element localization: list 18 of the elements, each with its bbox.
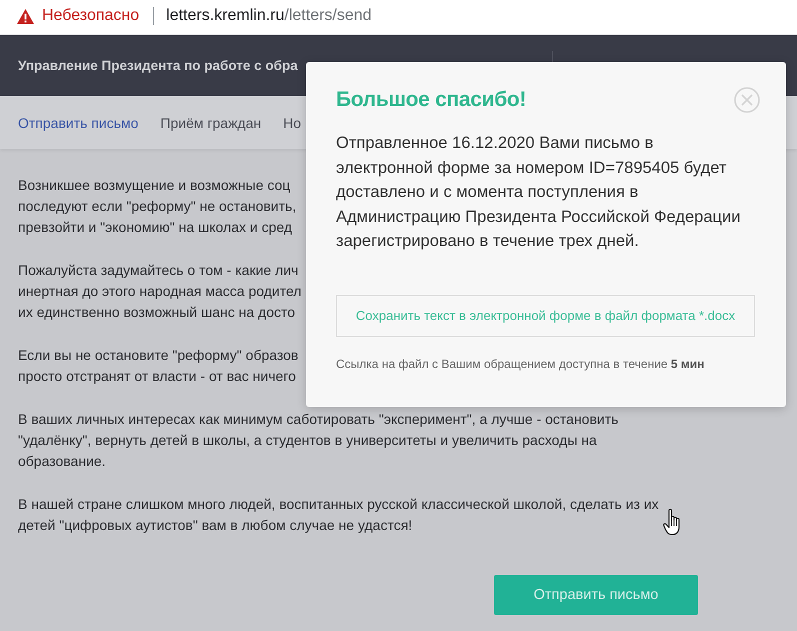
link-availability-note: Ссылка на файл с Вашим обращением доступна в течение 5 мин xyxy=(336,356,706,370)
nav-tab[interactable]: Отправить письмо xyxy=(18,114,138,130)
dialog-title: Большое спасибо! xyxy=(336,87,526,113)
paragraph: В нашей стране слишком много людей, воспитанных русской классической школой, сделать из их детей "цифровых аутистов" вам в любом случае не удастся! xyxy=(18,495,659,535)
url-host: letters.kremlin.ru xyxy=(166,7,284,25)
address-bar[interactable]: Небезопасно letters.kremlin.ru/letters/send xyxy=(0,0,797,35)
paragraph: Пожалуйста задумайтесь о том - какие лич инертная до этого народная масса родител их единственно возможный шанс на досто xyxy=(18,261,302,322)
paragraph: Если вы не остановите "реформу" образов просто отстранят от власти - от вас ничего xyxy=(18,346,298,386)
paragraph: Возникшее возмущение и возможные соц последуют если "реформу" не остановить, превзойти и "экономию" на школах и сред xyxy=(18,176,296,237)
close-icon[interactable] xyxy=(734,87,760,113)
url-path: /letters/send xyxy=(284,7,372,25)
nav-tab[interactable]: Приём граждан xyxy=(160,114,262,130)
warning-icon xyxy=(17,8,34,24)
security-label: Небезопасно xyxy=(42,7,140,25)
dialog-message: Отправленное 16.12.2020 Вами письмо в электронной форме за номером ID=7895405 будет доставлено и с момента поступления в Администрацию Президента Российской Федерации зарегистрировано в течение трех дней. xyxy=(336,133,742,252)
nav-tab[interactable]: Но xyxy=(283,114,302,130)
paragraph: В ваших личных интересах как минимум саботировать "эксперимент", а лучше - остановить "удалёнку", вернуть детей в школы, а студентов в университеты и увеличить расходы на образование. xyxy=(18,410,618,471)
header-title: Управление Президента по работе с обра xyxy=(18,58,298,72)
